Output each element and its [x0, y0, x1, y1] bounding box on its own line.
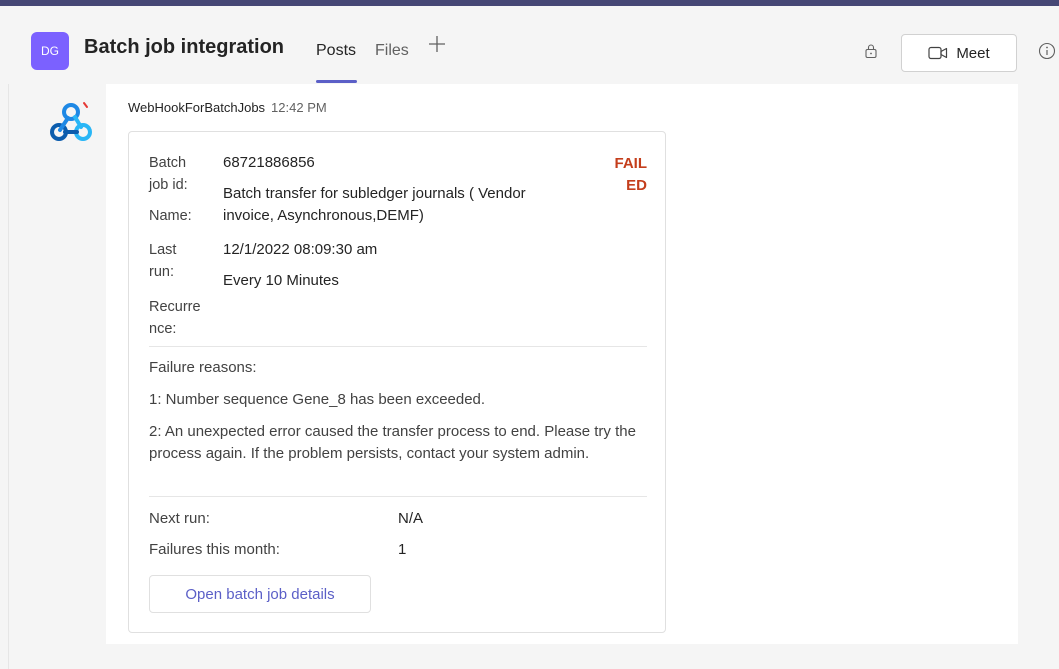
webhook-icon — [50, 102, 92, 141]
batch-job-id-label: Batch job id: — [149, 152, 188, 196]
last-run-value: 12/1/2022 08:09:30 am — [223, 241, 378, 258]
recurrence-value: Every 10 Minutes — [223, 272, 339, 289]
batch-job-id-value: 68721886856 — [223, 154, 315, 171]
adaptive-card: FAIL ED Batch job id: 68721886856 Name: … — [128, 131, 666, 633]
message-time: 12:42 PM — [271, 100, 327, 115]
next-run-label: Next run: — [149, 510, 210, 527]
failure-reason-1: 1: Number sequence Gene_8 has been excee… — [149, 391, 486, 408]
meet-label: Meet — [956, 44, 990, 62]
label-line: Recurre — [149, 299, 201, 315]
failures-this-month-label: Failures this month: — [149, 541, 280, 558]
channel-header: DG Batch job integration Posts Files Mee… — [0, 6, 1059, 84]
status-badge: FAIL ED — [607, 153, 648, 197]
failures-this-month-value: 1 — [398, 541, 407, 558]
name-line: Batch transfer for subledger journals ( … — [223, 185, 526, 202]
team-avatar[interactable]: DG — [31, 32, 69, 70]
label-line: job id: — [149, 177, 188, 193]
next-run-value: N/A — [398, 510, 424, 527]
last-run-label: Last run: — [149, 239, 176, 283]
status-line-1: FAIL — [614, 155, 648, 172]
video-camera-icon — [928, 46, 948, 60]
label-line: Batch — [149, 155, 187, 171]
tab-files[interactable]: Files — [375, 42, 409, 60]
info-button[interactable] — [1037, 41, 1057, 61]
name-line: invoice, Asynchronous,DEMF) — [223, 207, 424, 224]
bot-avatar[interactable] — [47, 98, 95, 146]
name-label: Name: — [149, 208, 192, 224]
failure-reason-2: 2: An unexpected error caused the transf… — [149, 423, 636, 462]
meet-button[interactable]: Meet — [901, 34, 1017, 72]
add-tab-button[interactable] — [425, 34, 449, 58]
separator — [149, 496, 647, 497]
active-tab-indicator — [316, 80, 357, 83]
separator — [149, 346, 647, 347]
label-line: nce: — [149, 321, 177, 337]
name-value: Batch transfer for subledger journals ( … — [223, 183, 526, 227]
label-line: Last — [149, 242, 177, 258]
tab-posts[interactable]: Posts — [316, 42, 356, 60]
failure-heading: Failure reasons: — [149, 359, 257, 376]
left-divider — [8, 84, 9, 669]
plus-icon — [429, 36, 445, 52]
channel-title: Batch job integration — [84, 36, 284, 58]
sender-name[interactable]: WebHookForBatchJobs — [128, 100, 265, 115]
open-batch-job-details-button[interactable]: Open batch job details — [149, 575, 371, 613]
info-icon — [1038, 42, 1056, 60]
composer-area — [106, 644, 1018, 669]
lock-icon — [865, 44, 877, 59]
message-header: WebHookForBatchJobs 12:42 PM — [128, 100, 327, 115]
recurrence-label: Recurre nce: — [149, 296, 201, 340]
status-line-2: ED — [626, 177, 647, 194]
label-line: run: — [149, 264, 174, 280]
lock-button[interactable] — [861, 41, 881, 61]
